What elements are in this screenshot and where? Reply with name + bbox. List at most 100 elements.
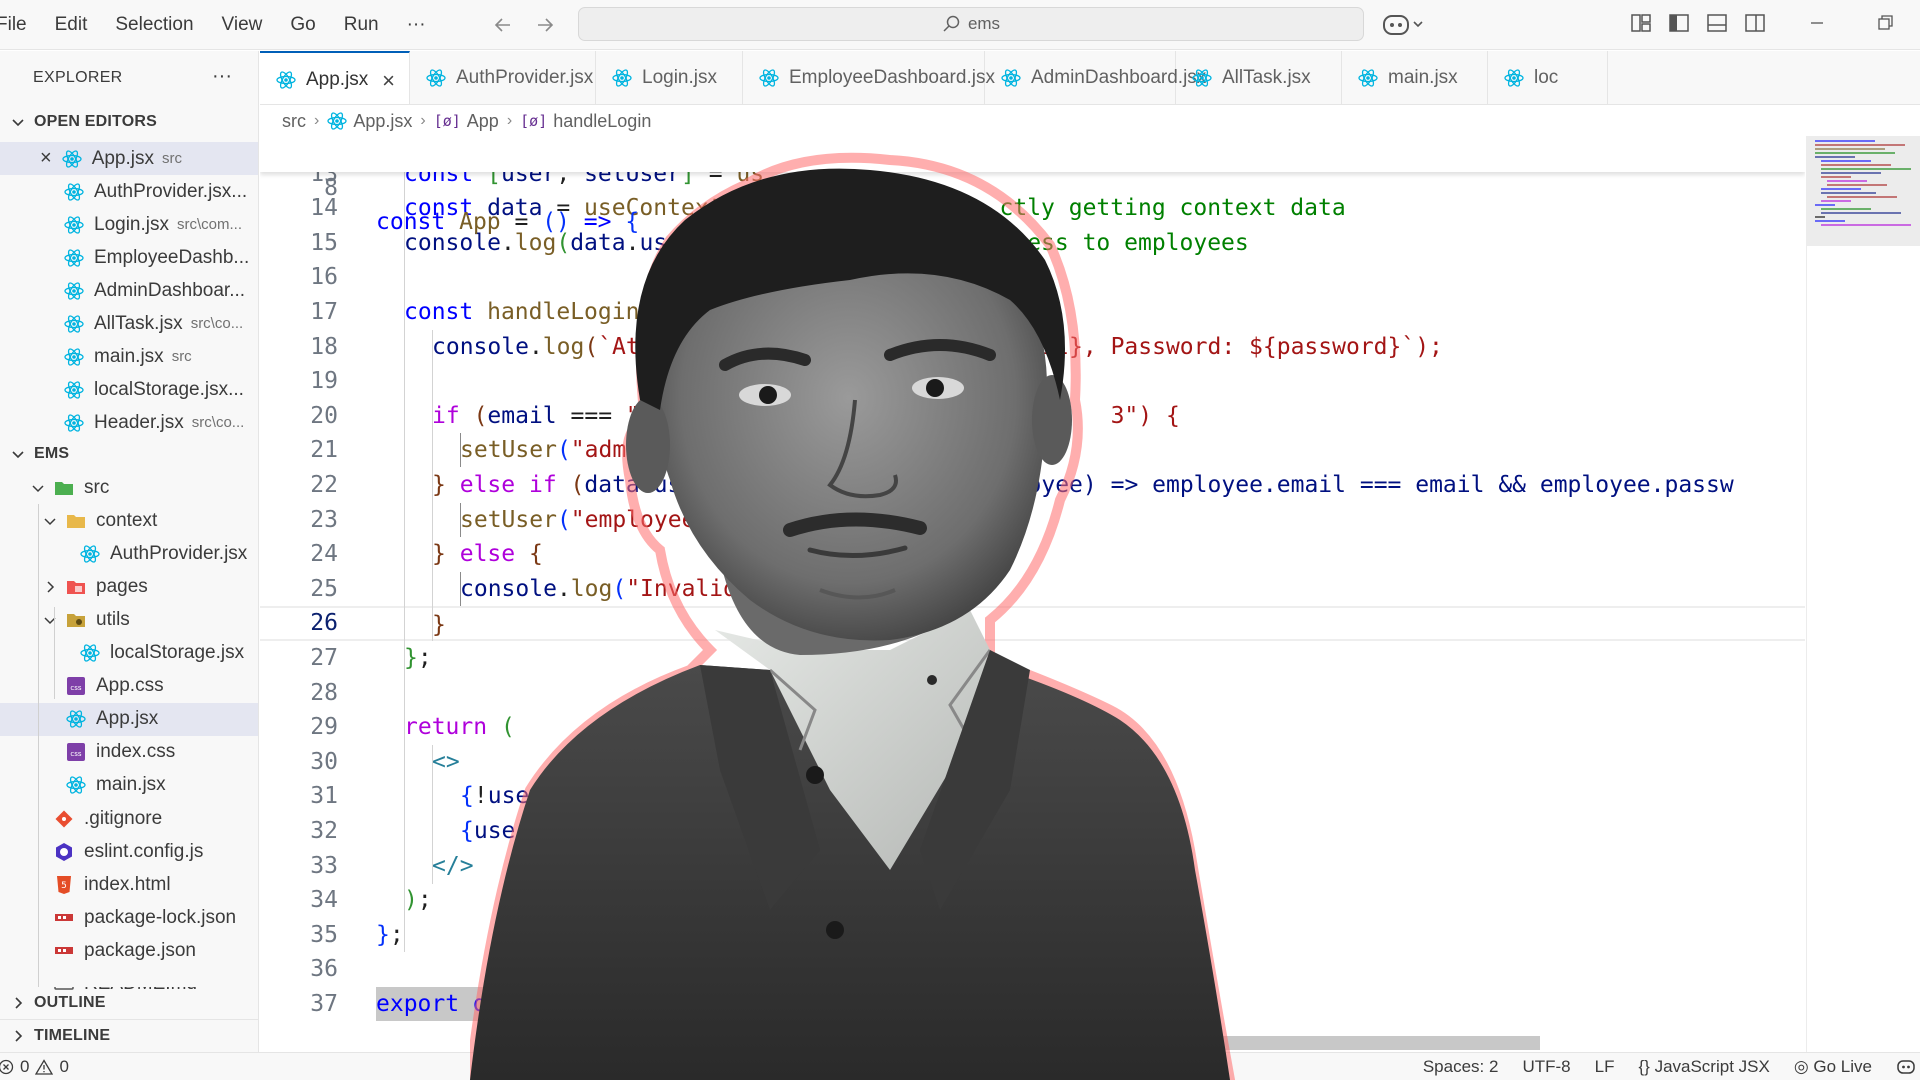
tab-main-jsx[interactable]: main.jsx bbox=[1342, 51, 1488, 104]
forward-arrow-icon[interactable] bbox=[534, 14, 556, 36]
back-arrow-icon[interactable] bbox=[492, 14, 514, 36]
indent-guide bbox=[460, 503, 461, 537]
search-text: ems bbox=[967, 14, 1001, 33]
react-icon bbox=[80, 643, 100, 663]
react-icon bbox=[64, 281, 84, 301]
menu-selection[interactable]: Selection bbox=[101, 0, 207, 50]
open-editor-item[interactable]: AuthProvider.jsx... bbox=[0, 175, 258, 208]
tree-item-name: package.json bbox=[84, 939, 196, 961]
minimap-line bbox=[1815, 220, 1845, 222]
minimize-icon[interactable] bbox=[1806, 12, 1828, 34]
tab-authprovider-jsx[interactable]: AuthProvider.jsx bbox=[410, 51, 596, 104]
tab-employeedashboard-jsx[interactable]: EmployeeDashboard.jsx bbox=[743, 51, 995, 104]
encoding-setting[interactable]: UTF-8 bbox=[1522, 1057, 1570, 1077]
minimap-line bbox=[1821, 188, 1861, 190]
indent-guide bbox=[460, 572, 461, 606]
outline-section[interactable]: OUTLINE bbox=[0, 986, 258, 1018]
close-icon[interactable]: × bbox=[382, 68, 395, 94]
open-editor-item[interactable]: Login.jsx src\com... bbox=[0, 208, 258, 241]
warning-count: 0 bbox=[59, 1057, 69, 1076]
tab-admindashboard-jsx[interactable]: AdminDashboard.jsx bbox=[985, 51, 1206, 104]
menu-edit[interactable]: Edit bbox=[41, 0, 102, 50]
problems-indicator[interactable]: 0 0 bbox=[0, 1053, 69, 1080]
tree-item-name: pages bbox=[96, 575, 148, 597]
tree-folder[interactable]: src bbox=[0, 471, 258, 504]
close-icon[interactable]: × bbox=[40, 147, 52, 170]
tree-item-name: localStorage.jsx bbox=[110, 642, 245, 663]
tree-item-name: App.jsx bbox=[96, 708, 159, 730]
open-editor-item[interactable]: Header.jsx src\co... bbox=[0, 406, 258, 439]
menu-run[interactable]: Run bbox=[330, 0, 393, 50]
react-icon bbox=[66, 709, 86, 729]
breadcrumb-src[interactable]: src bbox=[282, 111, 306, 132]
warning-icon bbox=[35, 1059, 54, 1075]
css-icon: css bbox=[66, 742, 86, 762]
menu-go[interactable]: Go bbox=[276, 0, 329, 50]
tab-login-jsx[interactable]: Login.jsx bbox=[596, 51, 743, 104]
open-editor-name: localStorage.jsx... bbox=[94, 378, 244, 400]
open-editor-path: src bbox=[162, 150, 182, 167]
code-line-35: }; bbox=[376, 921, 404, 948]
toggle-panel-icon[interactable] bbox=[1706, 12, 1728, 34]
open-editor-item[interactable]: EmployeeDashb... bbox=[0, 241, 258, 274]
open-editor-name: Header.jsx bbox=[94, 411, 184, 433]
timeline-section[interactable]: TIMELINE bbox=[0, 1019, 258, 1051]
tab-label: AuthProvider.jsx bbox=[456, 67, 594, 88]
open-editor-name: EmployeeDashb... bbox=[94, 246, 250, 268]
copilot-status-icon[interactable] bbox=[1896, 1058, 1916, 1076]
minimap[interactable] bbox=[1806, 136, 1920, 1052]
react-icon bbox=[1358, 68, 1378, 88]
tree-item-name: index.html bbox=[84, 873, 171, 895]
language-mode[interactable]: {} JavaScript JSX bbox=[1638, 1057, 1769, 1077]
open-editors-section[interactable]: OPEN EDITORS bbox=[0, 106, 258, 138]
chevron-right-icon bbox=[15, 1029, 23, 1042]
minimap-line bbox=[1815, 148, 1885, 150]
tree-item-name: utils bbox=[96, 608, 130, 630]
open-editor-item[interactable]: localStorage.jsx... bbox=[0, 373, 258, 406]
copilot-icon[interactable] bbox=[1382, 12, 1426, 38]
customize-layout-icon[interactable] bbox=[1630, 12, 1652, 34]
minimap-line bbox=[1821, 160, 1871, 162]
open-editor-name: AllTask.jsx bbox=[94, 312, 183, 334]
minimap-line bbox=[1815, 144, 1905, 146]
minimap-line bbox=[1821, 200, 1851, 202]
line-number: 19 bbox=[310, 368, 338, 395]
open-editor-item[interactable]: AllTask.jsx src\co... bbox=[0, 307, 258, 340]
breadcrumb-file[interactable]: App.jsx bbox=[353, 111, 412, 132]
menu-view[interactable]: View bbox=[208, 0, 277, 50]
code-line-27: }; bbox=[404, 644, 432, 671]
open-editor-item[interactable]: main.jsx src bbox=[0, 340, 258, 373]
toggle-secondary-sidebar-icon[interactable] bbox=[1744, 12, 1766, 34]
layout-controls bbox=[1630, 12, 1766, 34]
explorer-title: EXPLORER bbox=[33, 69, 123, 86]
code-line-34: ); bbox=[404, 887, 432, 914]
tab-loc[interactable]: loc bbox=[1488, 51, 1608, 104]
react-icon bbox=[64, 347, 84, 367]
command-center-search[interactable]: ems bbox=[578, 7, 1364, 41]
folder-icon bbox=[66, 511, 86, 531]
react-icon bbox=[276, 70, 296, 90]
restore-icon[interactable] bbox=[1874, 12, 1896, 34]
breadcrumb-symbol[interactable]: App bbox=[467, 111, 499, 132]
timeline-label: TIMELINE bbox=[34, 1026, 111, 1044]
explorer-more-actions[interactable]: ··· bbox=[212, 65, 232, 88]
chevron-down-icon bbox=[44, 518, 56, 525]
react-icon bbox=[64, 215, 84, 235]
go-live-button[interactable]: ◎ Go Live bbox=[1794, 1057, 1872, 1077]
toggle-primary-sidebar-icon[interactable] bbox=[1668, 12, 1690, 34]
ems-section[interactable]: EMS bbox=[0, 438, 258, 470]
code-line-26: } bbox=[432, 612, 446, 639]
open-editor-item[interactable]: × App.jsx src bbox=[0, 142, 258, 175]
react-icon bbox=[426, 68, 446, 88]
menu-more[interactable]: ··· bbox=[393, 0, 440, 50]
braces-icon: {} bbox=[1638, 1057, 1650, 1076]
tab-app-jsx[interactable]: App.jsx × bbox=[260, 51, 410, 104]
open-editor-item[interactable]: AdminDashboar... bbox=[0, 274, 258, 307]
tab-alltask-jsx[interactable]: AllTask.jsx bbox=[1176, 51, 1342, 104]
eol-setting[interactable]: LF bbox=[1595, 1057, 1615, 1077]
menu-file[interactable]: File bbox=[0, 0, 41, 50]
search-icon bbox=[943, 15, 960, 32]
breadcrumb-function[interactable]: handleLogin bbox=[553, 111, 651, 132]
chevron-right-icon bbox=[47, 581, 55, 593]
chevron-down-icon bbox=[44, 617, 56, 624]
